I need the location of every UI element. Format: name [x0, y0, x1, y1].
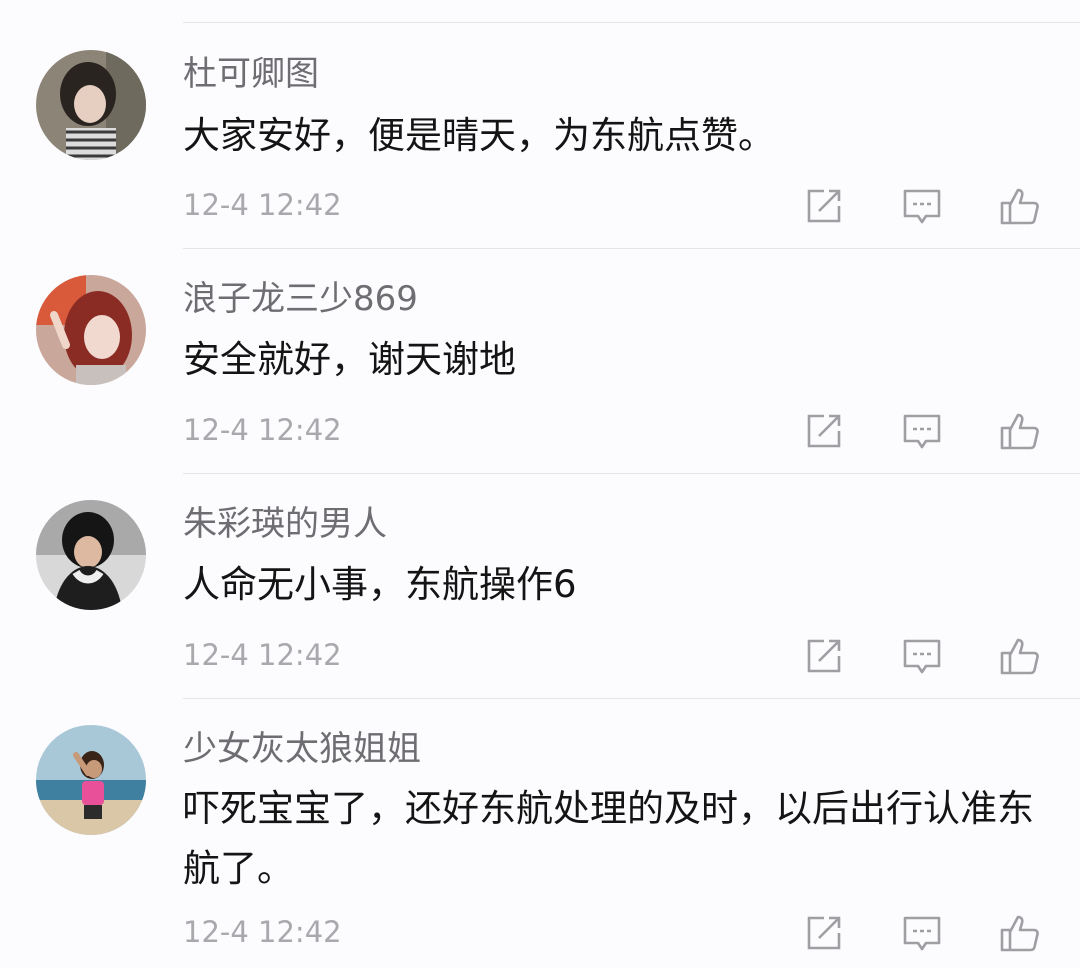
- divider: [183, 248, 1080, 249]
- like-button[interactable]: [998, 184, 1042, 228]
- comment-actions: [800, 184, 1045, 228]
- reply-button[interactable]: [900, 409, 944, 453]
- username[interactable]: 朱彩瑛的男人: [183, 502, 387, 546]
- comment-actions: [800, 911, 1045, 955]
- share-button[interactable]: [802, 911, 846, 955]
- divider: [183, 22, 1080, 23]
- comment-actions: [800, 634, 1045, 678]
- comment-actions: [800, 409, 1045, 453]
- share-icon: [807, 189, 841, 223]
- thumbs-up-icon: [1000, 638, 1039, 675]
- divider: [183, 698, 1080, 699]
- like-button[interactable]: [998, 911, 1042, 955]
- timestamp: 12-4 12:42: [183, 188, 342, 222]
- avatar[interactable]: [36, 500, 146, 610]
- user-photo-avatar-icon: [36, 725, 146, 835]
- thumbs-up-icon: [1000, 915, 1039, 952]
- thumbs-up-icon: [1000, 188, 1039, 225]
- timestamp: 12-4 12:42: [183, 915, 342, 949]
- timestamp: 12-4 12:42: [183, 413, 342, 447]
- share-icon: [807, 916, 841, 950]
- share-button[interactable]: [802, 634, 846, 678]
- comment-reply-icon: [903, 414, 941, 449]
- divider: [183, 473, 1080, 474]
- username[interactable]: 杜可卿图: [183, 52, 319, 96]
- reply-button[interactable]: [900, 634, 944, 678]
- share-icon: [807, 639, 841, 673]
- reply-button[interactable]: [900, 184, 944, 228]
- username[interactable]: 少女灰太狼姐姐: [183, 727, 421, 771]
- share-icon: [807, 414, 841, 448]
- reply-button[interactable]: [900, 911, 944, 955]
- comment-text: 人命无小事，东航操作6: [183, 563, 577, 606]
- comment-feed: 杜可卿图 大家安好，便是晴天，为东航点赞。 12-4 12:42 浪子龙三少86…: [0, 0, 1080, 968]
- comment-text: 大家安好，便是晴天，为东航点赞。: [183, 114, 775, 157]
- comment-reply-icon: [903, 639, 941, 674]
- timestamp: 12-4 12:42: [183, 638, 342, 672]
- comment-reply-icon: [903, 916, 941, 951]
- user-photo-avatar-icon: [36, 500, 146, 610]
- comment-text: 吓死宝宝了，还好东航处理的及时，以后出行认准东航了。: [183, 787, 1034, 890]
- user-photo-avatar-icon: [36, 275, 146, 385]
- username[interactable]: 浪子龙三少869: [183, 277, 418, 321]
- comment-text: 安全就好，谢天谢地: [183, 338, 516, 381]
- avatar[interactable]: [36, 725, 146, 835]
- avatar[interactable]: [36, 50, 146, 160]
- user-photo-avatar-icon: [36, 50, 146, 160]
- comment-reply-icon: [903, 189, 941, 224]
- avatar[interactable]: [36, 275, 146, 385]
- thumbs-up-icon: [1000, 413, 1039, 450]
- share-button[interactable]: [802, 184, 846, 228]
- share-button[interactable]: [802, 409, 846, 453]
- like-button[interactable]: [998, 634, 1042, 678]
- like-button[interactable]: [998, 409, 1042, 453]
